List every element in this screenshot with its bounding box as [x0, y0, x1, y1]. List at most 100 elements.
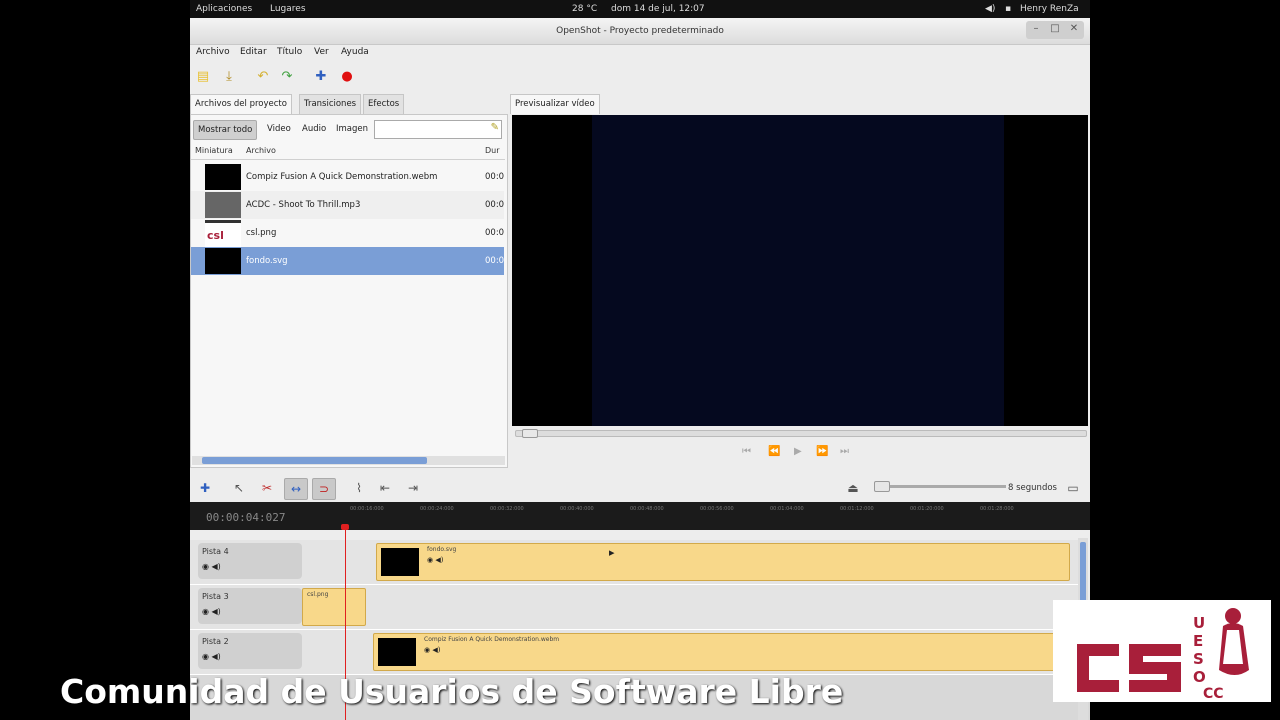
video-preview	[512, 115, 1088, 426]
close-icon[interactable]: ✕	[1065, 23, 1083, 34]
zoom-slider-handle[interactable]	[874, 481, 890, 492]
visibility-audio-icon[interactable]: ◉ ◀)	[202, 607, 221, 616]
maximize-icon[interactable]: □	[1046, 23, 1064, 34]
export-video-icon[interactable]: ●	[338, 68, 356, 86]
timeline-track: Pista 3 ◉ ◀) csl.png	[190, 585, 1078, 630]
menu-archivo[interactable]: Archivo	[196, 47, 230, 57]
visibility-audio-icon[interactable]: ◉ ◀)	[202, 562, 221, 571]
file-name: csl.png	[246, 228, 277, 238]
clear-search-icon[interactable]: ✎	[491, 122, 499, 133]
clip-name: fondo.svg	[427, 546, 457, 553]
menu-titulo[interactable]: Título	[277, 47, 302, 57]
zoom-out-icon[interactable]: ⏏	[842, 478, 864, 498]
new-project-icon[interactable]: ▤	[194, 68, 212, 86]
select-tool-icon[interactable]: ↖	[228, 478, 250, 498]
jump-start-icon[interactable]: ⏮	[742, 446, 751, 457]
clock[interactable]: dom 14 de jul, 12:07	[611, 4, 705, 14]
ruler-tick: 00:00:32:000	[490, 506, 524, 512]
previous-marker-icon[interactable]: ⇤	[374, 478, 396, 498]
resize-tool-icon[interactable]: ↔	[284, 478, 308, 500]
window-controls: – □ ✕	[1026, 21, 1084, 39]
add-files-icon[interactable]: ✚	[312, 68, 330, 86]
filter-all-button[interactable]: Mostrar todo	[193, 120, 258, 140]
left-panel-tabs: Archivos del proyecto Transiciones Efect…	[190, 94, 510, 114]
list-item[interactable]: Compiz Fusion A Quick Demonstration.webm…	[191, 163, 504, 191]
timeline-clip[interactable]: Compiz Fusion A Quick Demonstration.webm…	[373, 633, 1080, 671]
tab-preview[interactable]: Previsualizar vídeo	[510, 94, 600, 114]
timeline-clip[interactable]: fondo.svg ◉ ◀) ▸	[376, 543, 1070, 581]
overlay-banner: Comunidad de Usuarios de Software Libre	[60, 672, 844, 711]
csl-logo-graphic: U E S O CC	[1077, 608, 1249, 702]
zoom-slider[interactable]	[876, 485, 1006, 488]
window-titlebar[interactable]: OpenShot - Proyecto predeterminado – □ ✕	[190, 18, 1090, 45]
file-thumbnail	[205, 192, 241, 218]
track-header[interactable]: Pista 2 ◉ ◀)	[198, 633, 302, 669]
column-file[interactable]: Archivo	[246, 146, 276, 155]
search-input[interactable]: ✎	[374, 120, 502, 139]
file-thumbnail: csl	[205, 220, 241, 249]
list-item[interactable]: csl csl.png 00:0	[191, 219, 504, 249]
clip-thumbnail	[378, 638, 416, 666]
play-icon[interactable]: ▶	[794, 446, 802, 457]
undo-icon[interactable]: ↶	[254, 68, 272, 86]
snapping-icon[interactable]: ⊃	[312, 478, 336, 500]
ruler-tick: 00:00:48:000	[630, 506, 664, 512]
project-files-panel: Mostrar todo Video Audio Imagen ✎ Miniat…	[190, 114, 508, 468]
clip-name: csl.png	[307, 591, 329, 598]
filter-image-button[interactable]: Imagen	[332, 120, 372, 138]
timeline-track: Pista 2 ◉ ◀) Compiz Fusion A Quick Demon…	[190, 630, 1080, 675]
volume-icon[interactable]: ◀)	[985, 4, 995, 14]
list-item[interactable]: fondo.svg 00:0	[191, 247, 504, 275]
add-track-icon[interactable]: ✚	[194, 478, 216, 498]
ruler-tick: 00:00:16:000	[350, 506, 384, 512]
user-menu[interactable]: Henry RenZa	[1020, 4, 1079, 14]
svg-text:O: O	[1193, 668, 1206, 686]
filter-audio-button[interactable]: Audio	[298, 120, 330, 138]
file-list-scrollbar[interactable]	[192, 456, 505, 465]
seek-handle[interactable]	[522, 429, 538, 438]
track-header[interactable]: Pista 4 ◉ ◀)	[198, 543, 302, 579]
menu-ayuda[interactable]: Ayuda	[341, 47, 369, 57]
column-thumbnail[interactable]: Miniatura	[195, 146, 233, 155]
track-header[interactable]: Pista 3 ◉ ◀)	[198, 588, 302, 624]
timeline-ruler[interactable]: 00:00:04:027 00:00:16:000 00:00:24:000 0…	[190, 502, 1090, 530]
jump-end-icon[interactable]: ⏭	[840, 446, 849, 457]
menu-ver[interactable]: Ver	[314, 47, 329, 57]
preview-seek-bar[interactable]	[515, 429, 1087, 438]
tab-transitions[interactable]: Transiciones	[299, 94, 362, 114]
open-project-icon[interactable]: ⤓	[220, 68, 238, 86]
clip-name: Compiz Fusion A Quick Demonstration.webm	[424, 636, 560, 643]
zoom-in-icon[interactable]: ▭	[1062, 478, 1084, 498]
redo-icon[interactable]: ↷	[278, 68, 296, 86]
clip-visibility-icon[interactable]: ◉ ◀)	[424, 646, 440, 654]
minimize-icon[interactable]: –	[1027, 23, 1045, 34]
clip-visibility-icon[interactable]: ◉ ◀)	[427, 556, 443, 564]
applications-menu[interactable]: Aplicaciones	[196, 4, 252, 14]
visibility-audio-icon[interactable]: ◉ ◀)	[202, 652, 221, 661]
places-menu[interactable]: Lugares	[270, 4, 306, 14]
tab-effects[interactable]: Efectos	[363, 94, 405, 114]
column-duration[interactable]: Dur	[485, 146, 500, 155]
menu-editar[interactable]: Editar	[240, 47, 267, 57]
weather-status[interactable]: 28 °C	[572, 4, 597, 14]
list-item[interactable]: ACDC - Shoot To Thrill.mp3 00:0	[191, 191, 504, 219]
razor-tool-icon[interactable]: ✂	[256, 478, 278, 498]
tab-project-files[interactable]: Archivos del proyecto	[190, 94, 292, 114]
next-marker-icon[interactable]: ⇥	[402, 478, 424, 498]
window-title: OpenShot - Proyecto predeterminado	[556, 26, 724, 36]
file-name: ACDC - Shoot To Thrill.mp3	[246, 200, 361, 210]
add-marker-icon[interactable]: ⌇	[348, 478, 370, 498]
filter-video-button[interactable]: Video	[263, 120, 295, 138]
file-duration: 00:0	[485, 228, 504, 238]
timeline-clip[interactable]: csl.png	[302, 588, 366, 626]
zoom-label: 8 segundos	[1008, 483, 1057, 493]
ruler-tick: 00:00:56:000	[700, 506, 734, 512]
mouse-cursor-icon: ▸	[609, 546, 615, 559]
clip-thumbnail	[381, 548, 419, 576]
scrollbar-thumb[interactable]	[202, 457, 427, 464]
rewind-icon[interactable]: ⏪	[768, 446, 780, 457]
file-thumbnail	[205, 248, 241, 274]
svg-text:CC: CC	[1203, 686, 1224, 702]
fast-forward-icon[interactable]: ⏩	[816, 446, 828, 457]
ruler-tick: 00:01:04:000	[770, 506, 804, 512]
